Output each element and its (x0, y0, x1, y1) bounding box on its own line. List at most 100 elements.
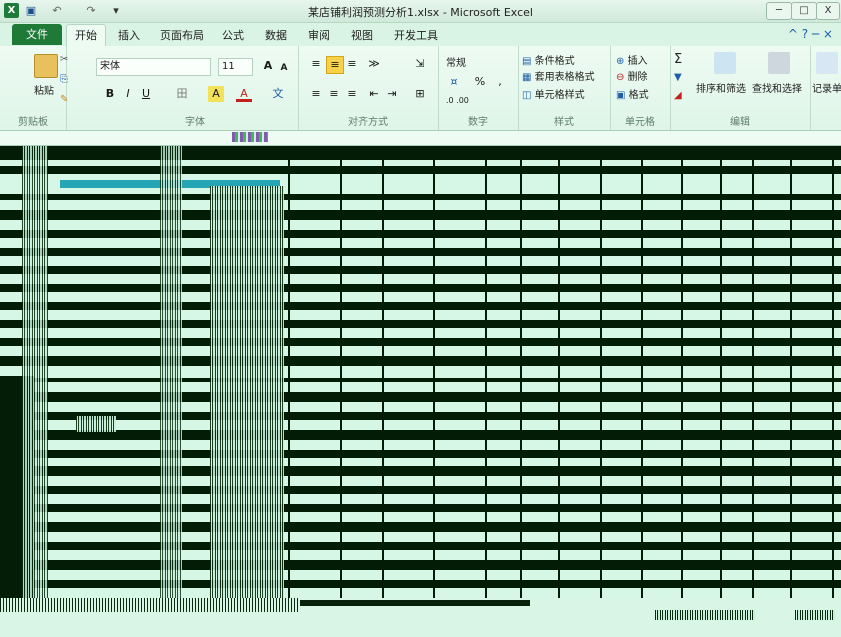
align-middle-icon[interactable]: ≡ (326, 56, 344, 74)
noise-column (160, 146, 182, 598)
align-top-icon[interactable]: ≡ (308, 56, 324, 72)
orientation-icon[interactable]: ≫ (366, 56, 382, 72)
tab-file[interactable]: 文件 (12, 24, 62, 45)
grid-column-line (382, 146, 384, 598)
cell-styles-button[interactable]: ◫ 单元格样式 (522, 86, 585, 101)
italic-button[interactable]: I (120, 86, 136, 102)
worksheet-grid[interactable] (0, 146, 841, 598)
tab-data[interactable]: 数据 (265, 27, 287, 43)
font-color-button[interactable]: A (236, 86, 252, 102)
format-as-table-button[interactable]: ▦ 套用表格格式 (522, 68, 595, 83)
binoculars-icon[interactable] (768, 52, 790, 74)
grid-column-line (790, 146, 792, 598)
align-center-icon[interactable]: ≡ (326, 86, 342, 102)
tab-home[interactable]: 开始 (66, 24, 106, 46)
tab-page-layout[interactable]: 页面布局 (160, 27, 204, 43)
find-select-button[interactable]: 查找和选择 (752, 80, 802, 95)
grid-band (0, 302, 841, 310)
clipboard-group-label: 剪贴板 (18, 117, 48, 128)
maximize-button[interactable]: □ (791, 2, 817, 20)
editing-group-label: 编辑 (730, 117, 750, 128)
tab-developer[interactable]: 开发工具 (394, 27, 438, 43)
name-box[interactable] (4, 131, 204, 144)
insert-label: 插入 (627, 56, 648, 67)
tab-view[interactable]: 视图 (351, 27, 373, 43)
copy-icon[interactable]: ⎘ (60, 74, 68, 85)
window-title: 某店铺利润预测分析1.xlsx - Microsoft Excel (308, 6, 533, 19)
close-button[interactable]: X (816, 2, 840, 20)
grid-column-line (832, 146, 834, 598)
decimal-buttons[interactable]: .0 .00 (446, 96, 469, 105)
grid-column-line (641, 146, 643, 598)
clipboard-group: 粘贴 ✂ ⎘ ✎ 剪贴板 (0, 46, 68, 130)
grid-column-line (681, 146, 683, 598)
bold-button[interactable]: B (102, 86, 118, 102)
grid-band (0, 338, 841, 346)
delete-cells-button[interactable]: ⊖ 删除 (616, 68, 648, 83)
number-format-select[interactable]: 常规 (446, 54, 466, 69)
merge-center-icon[interactable]: ⊞ (412, 86, 428, 102)
format-cells-button[interactable]: ▣ 格式 (616, 86, 649, 101)
form-icon[interactable] (816, 52, 838, 74)
fill-icon[interactable]: ▼ (674, 72, 682, 83)
record-form-button[interactable]: 记录单 (812, 80, 841, 95)
grid-band (0, 266, 841, 274)
insert-cells-button[interactable]: ⊕ 插入 (616, 52, 648, 67)
clear-icon[interactable]: ◢ (674, 90, 682, 101)
formula-bar (0, 131, 841, 146)
grid-band (0, 230, 841, 238)
grid-column-line (340, 146, 342, 598)
border-button[interactable]: 田 (174, 86, 190, 102)
format-label: 格式 (628, 90, 649, 101)
align-right-icon[interactable]: ≡ (344, 86, 360, 102)
number-group: 常规 ¤ % , .0 .00 数字 (438, 46, 519, 130)
grid-band (0, 412, 841, 420)
grid-column-line (600, 146, 602, 598)
sheet-tabs[interactable] (0, 598, 300, 612)
decrease-indent-icon[interactable]: ⇤ (366, 86, 382, 102)
ribbon: 粘贴 ✂ ⎘ ✎ 剪贴板 宋体 11 A A B I U 田 A A 文 字体 … (0, 46, 841, 131)
tab-insert[interactable]: 插入 (118, 27, 140, 43)
underline-button[interactable]: U (138, 86, 154, 102)
fx-icon[interactable] (232, 132, 268, 142)
table-style-icon: ▦ (522, 72, 535, 83)
alignment-group-label: 对齐方式 (348, 117, 388, 128)
grid-band (0, 356, 841, 366)
zoom-slider[interactable] (795, 610, 835, 620)
noise-column (210, 186, 284, 598)
align-bottom-icon[interactable]: ≡ (344, 56, 360, 72)
percent-button[interactable]: % (472, 74, 488, 90)
grid-band (0, 248, 841, 256)
autosum-button[interactable]: Σ (674, 52, 682, 67)
conditional-format-button[interactable]: ▤ 条件格式 (522, 52, 575, 67)
paste-button[interactable]: 粘贴 (34, 82, 54, 97)
view-buttons[interactable] (655, 610, 755, 620)
currency-icon[interactable]: ¤ (446, 74, 462, 90)
phonetic-button[interactable]: 文 (270, 86, 286, 102)
title-bar: X ▣ ↶ ↷ ▾ 某店铺利润预测分析1.xlsx - Microsoft Ex… (0, 0, 841, 23)
cut-icon[interactable]: ✂ (60, 54, 68, 65)
shrink-font-button[interactable]: A (276, 60, 292, 76)
sort-filter-button[interactable]: 排序和筛选 (696, 80, 746, 95)
tab-formulas[interactable]: 公式 (222, 27, 244, 43)
paste-icon[interactable] (34, 54, 58, 78)
sort-filter-icon[interactable] (714, 52, 736, 74)
grid-band (0, 522, 841, 532)
format-painter-icon[interactable]: ✎ (60, 94, 68, 105)
font-name-select[interactable]: 宋体 (96, 58, 211, 76)
fill-color-button[interactable]: A (208, 86, 224, 102)
tab-review[interactable]: 审阅 (308, 27, 330, 43)
comma-button[interactable]: , (492, 74, 508, 90)
font-size-select[interactable]: 11 (218, 58, 253, 76)
horizontal-scrollbar[interactable] (300, 600, 530, 606)
grid-band (0, 542, 841, 550)
font-group: 宋体 11 A A B I U 田 A A 文 字体 (92, 46, 299, 130)
align-left-icon[interactable]: ≡ (308, 86, 324, 102)
insert-icon: ⊕ (616, 56, 628, 67)
minimize-button[interactable]: ─ (766, 2, 792, 20)
increase-indent-icon[interactable]: ⇥ (384, 86, 400, 102)
grow-font-button[interactable]: A (260, 58, 276, 74)
grid-band (0, 392, 841, 402)
help-icons[interactable]: ^ ? ─ × (788, 27, 833, 41)
wrap-text-icon[interactable]: ⇲ (412, 56, 428, 72)
